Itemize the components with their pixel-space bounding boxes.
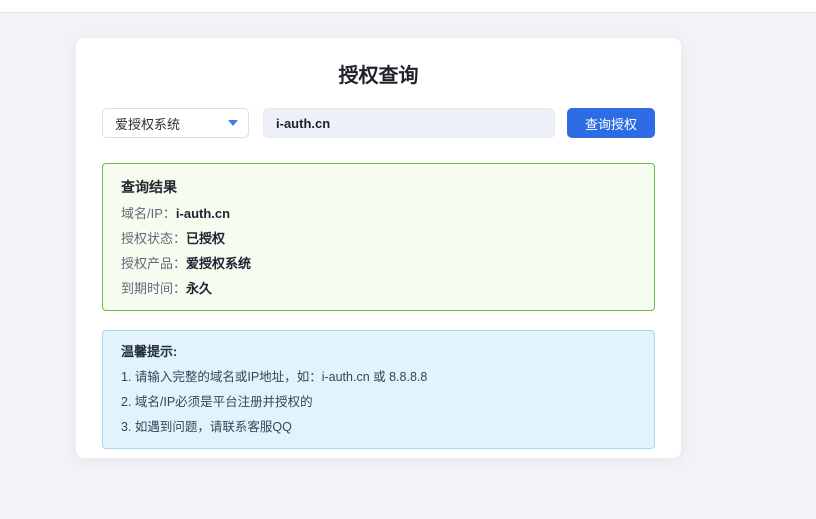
tips-panel: 温馨提示: 1. 请输入完整的域名或IP地址，如：i-auth.cn 或 8.8…: [102, 330, 655, 449]
result-panel-title: 查询结果: [121, 177, 636, 197]
result-label: 授权状态：: [121, 231, 186, 246]
query-submit-button[interactable]: 查询授权: [567, 108, 655, 138]
result-row-expiry: 到期时间：永久: [121, 280, 636, 297]
product-select-value: 爱授权系统: [115, 114, 180, 133]
result-value: 爱授权系统: [186, 256, 251, 271]
chevron-down-icon: [228, 120, 238, 126]
top-strip: [0, 0, 816, 13]
auth-query-card: 授权查询 爱授权系统 查询授权 查询结果 域名/IP：i-auth.cn 授权状…: [76, 38, 681, 458]
result-label: 域名/IP：: [121, 206, 176, 221]
query-result-panel: 查询结果 域名/IP：i-auth.cn 授权状态：已授权 授权产品：爱授权系统…: [102, 163, 655, 311]
query-input[interactable]: [263, 108, 555, 138]
result-row-status: 授权状态：已授权: [121, 230, 636, 247]
tips-panel-title: 温馨提示:: [121, 343, 636, 361]
tips-item-1: 1. 请输入完整的域名或IP地址，如：i-auth.cn 或 8.8.8.8: [121, 369, 636, 386]
result-value: i-auth.cn: [176, 206, 230, 221]
page-title: 授权查询: [102, 62, 655, 90]
result-row-product: 授权产品：爱授权系统: [121, 255, 636, 272]
result-label: 到期时间：: [121, 281, 186, 296]
query-form: 爱授权系统 查询授权: [102, 108, 655, 138]
product-select[interactable]: 爱授权系统: [102, 108, 249, 138]
tips-item-3: 3. 如遇到问题，请联系客服QQ: [121, 419, 636, 436]
result-value: 永久: [186, 281, 212, 296]
result-row-domain: 域名/IP：i-auth.cn: [121, 205, 636, 222]
result-value: 已授权: [186, 231, 225, 246]
result-label: 授权产品：: [121, 256, 186, 271]
tips-item-2: 2. 域名/IP必须是平台注册并授权的: [121, 394, 636, 411]
